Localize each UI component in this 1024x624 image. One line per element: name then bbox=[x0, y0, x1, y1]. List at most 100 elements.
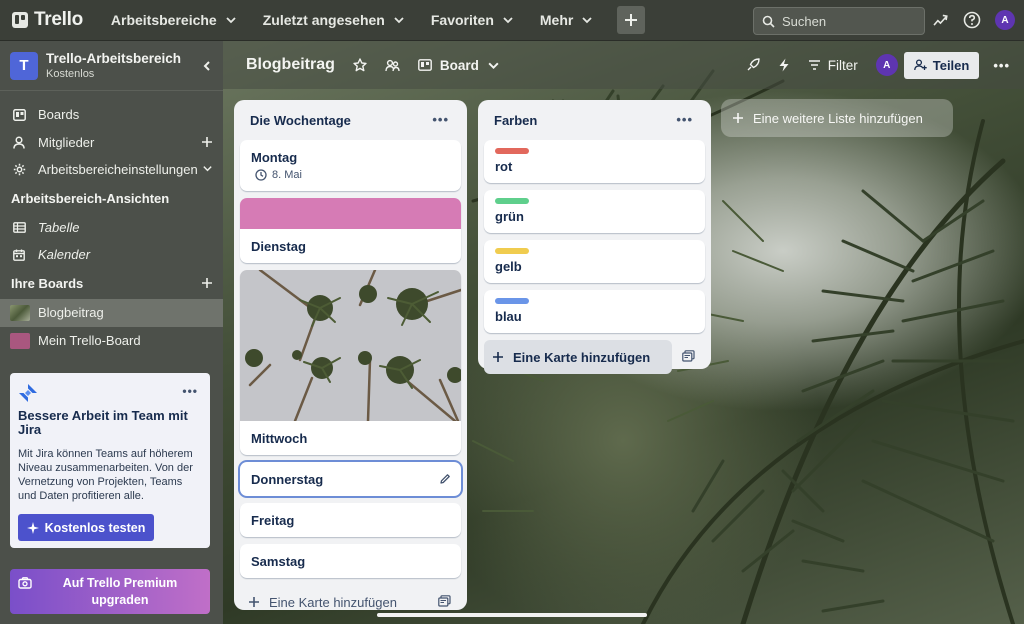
board-view-label: Board bbox=[439, 57, 479, 73]
card-rot[interactable]: rot bbox=[484, 140, 705, 183]
trello-logo-icon bbox=[12, 12, 28, 28]
sidebar-board-mein-trello-board[interactable]: Mein Trello-Board bbox=[0, 327, 223, 355]
sidebar-item-label: Arbeitsbereicheinstellungen bbox=[38, 162, 198, 178]
table-icon bbox=[12, 221, 26, 233]
list-header[interactable]: Farben ••• bbox=[484, 100, 705, 140]
user-avatar[interactable]: A bbox=[995, 10, 1015, 30]
try-free-label: Kostenlos testen bbox=[44, 520, 146, 535]
board-title[interactable]: Blogbeitrag bbox=[246, 56, 335, 74]
add-card-label: Eine Karte hinzufügen bbox=[269, 594, 397, 610]
top-right-actions: A bbox=[932, 10, 1015, 30]
filter-label: Filter bbox=[827, 57, 858, 73]
card-donnerstag[interactable]: Donnerstag bbox=[240, 462, 461, 496]
workspace-name[interactable]: Trello-Arbeitsbereich bbox=[46, 51, 181, 66]
menu-workspaces[interactable]: Arbeitsbereiche bbox=[101, 6, 247, 34]
sidebar-item-settings[interactable]: Arbeitsbereicheinstellungen bbox=[0, 156, 223, 184]
card-gruen[interactable]: grün bbox=[484, 190, 705, 233]
horizontal-scrollbar[interactable] bbox=[377, 613, 647, 617]
card-samstag[interactable]: Samstag bbox=[240, 544, 461, 578]
add-list-button[interactable]: Eine weitere Liste hinzufügen bbox=[721, 99, 953, 137]
gear-icon bbox=[12, 163, 26, 176]
card-mittwoch[interactable]: Mittwoch bbox=[240, 270, 461, 455]
sidebar: T Trello-Arbeitsbereich Kostenlos Boards… bbox=[0, 41, 223, 624]
trello-logo[interactable]: Trello bbox=[12, 9, 83, 31]
add-member-plus-icon[interactable] bbox=[201, 136, 213, 148]
sidebar-item-boards[interactable]: Boards bbox=[0, 101, 223, 129]
add-list-label: Eine weitere Liste hinzufügen bbox=[753, 110, 923, 126]
menu-more[interactable]: Mehr bbox=[530, 6, 603, 34]
clock-icon bbox=[255, 169, 267, 181]
card-gelb[interactable]: gelb bbox=[484, 240, 705, 283]
add-card-row: Eine Karte hinzufügen bbox=[484, 340, 705, 374]
board-header: Blogbeitrag Board Filter A Teilen ••• bbox=[223, 41, 1024, 89]
menu-favorites[interactable]: Favoriten bbox=[421, 6, 524, 34]
card-dienstag[interactable]: Dienstag bbox=[240, 198, 461, 263]
sidebar-item-label: Kalender bbox=[38, 247, 91, 263]
star-icon[interactable] bbox=[353, 58, 367, 72]
card-title: blau bbox=[495, 309, 522, 324]
list-farben: Farben ••• rot grün gelb blau Eine Karte… bbox=[478, 100, 711, 374]
board-menu-more-icon[interactable]: ••• bbox=[993, 58, 1010, 73]
board-header-actions: Filter A Teilen ••• bbox=[746, 41, 1024, 89]
menu-more-label: Mehr bbox=[539, 12, 574, 28]
promo-more-icon[interactable]: ••• bbox=[182, 384, 198, 398]
add-card-button[interactable]: Eine Karte hinzufügen bbox=[484, 340, 672, 374]
calendar-icon bbox=[12, 249, 26, 261]
your-boards-heading: Ihre Boards bbox=[0, 269, 223, 299]
workspace-avatar[interactable]: T bbox=[10, 51, 38, 80]
workspace-info: Trello-Arbeitsbereich Kostenlos bbox=[46, 51, 181, 80]
card-blau[interactable]: blau bbox=[484, 290, 705, 333]
menu-workspaces-label: Arbeitsbereiche bbox=[110, 12, 217, 28]
try-free-button[interactable]: Kostenlos testen bbox=[18, 514, 154, 541]
board-member-initial: A bbox=[883, 59, 891, 71]
card-title: Donnerstag bbox=[251, 472, 324, 487]
menu-recent[interactable]: Zuletzt angesehen bbox=[253, 6, 415, 34]
card-freitag[interactable]: Freitag bbox=[240, 503, 461, 537]
upgrade-premium-button[interactable]: Auf Trello Premium upgraden bbox=[10, 569, 210, 614]
card-title: rot bbox=[495, 159, 513, 174]
chevron-down-icon[interactable] bbox=[202, 163, 213, 174]
collapse-sidebar-icon[interactable] bbox=[201, 60, 213, 72]
add-person-icon bbox=[913, 59, 927, 71]
add-board-plus-icon[interactable] bbox=[201, 277, 213, 289]
workspace-plan: Kostenlos bbox=[46, 68, 95, 80]
search-input[interactable] bbox=[782, 13, 912, 29]
list-header[interactable]: Die Wochentage ••• bbox=[240, 100, 461, 140]
chevron-down-icon bbox=[488, 62, 499, 69]
workspace-header: T Trello-Arbeitsbereich Kostenlos bbox=[0, 41, 223, 91]
create-button[interactable] bbox=[617, 6, 646, 34]
sidebar-board-blogbeitrag[interactable]: Blogbeitrag bbox=[0, 298, 223, 327]
premium-icon bbox=[18, 577, 32, 589]
rocket-icon[interactable] bbox=[746, 58, 760, 72]
help-icon[interactable] bbox=[963, 11, 981, 29]
plus-icon bbox=[249, 597, 259, 607]
search-field[interactable] bbox=[753, 7, 925, 35]
card-template-icon[interactable] bbox=[438, 595, 451, 607]
filter-button[interactable]: Filter bbox=[808, 58, 858, 73]
menu-favorites-label: Favoriten bbox=[430, 12, 494, 28]
workspace-visibility-icon[interactable] bbox=[385, 59, 400, 72]
board-thumbnail bbox=[10, 332, 30, 349]
card-montag[interactable]: Montag 8. Mai bbox=[240, 140, 461, 191]
sidebar-item-members[interactable]: Mitglieder bbox=[0, 129, 223, 157]
list-more-icon[interactable]: ••• bbox=[432, 112, 449, 127]
sidebar-item-table[interactable]: Tabelle bbox=[0, 214, 223, 242]
share-button[interactable]: Teilen bbox=[903, 51, 980, 79]
sidebar-item-calendar[interactable]: Kalender bbox=[0, 241, 223, 269]
chevron-down-icon bbox=[582, 17, 592, 24]
top-navigation-bar: Trello Arbeitsbereiche Zuletzt angesehen… bbox=[0, 0, 1024, 41]
list-more-icon[interactable]: ••• bbox=[676, 112, 693, 127]
board-member-avatar[interactable]: A bbox=[875, 54, 898, 76]
edit-pencil-icon[interactable] bbox=[439, 473, 451, 485]
workspace-views-heading: Arbeitsbereich-Ansichten bbox=[11, 191, 170, 206]
board-view-icon bbox=[417, 59, 432, 71]
upgrade-premium-label: Auf Trello Premium upgraden bbox=[62, 575, 178, 607]
plus-icon bbox=[733, 113, 743, 123]
notifications-icon[interactable] bbox=[932, 12, 949, 29]
card-template-icon[interactable] bbox=[682, 350, 695, 362]
board-thumbnail bbox=[10, 304, 30, 321]
automation-icon[interactable] bbox=[778, 58, 790, 72]
list-title: Die Wochentage bbox=[250, 112, 351, 128]
plus-icon bbox=[493, 352, 503, 362]
board-view-switcher[interactable]: Board bbox=[417, 57, 500, 73]
